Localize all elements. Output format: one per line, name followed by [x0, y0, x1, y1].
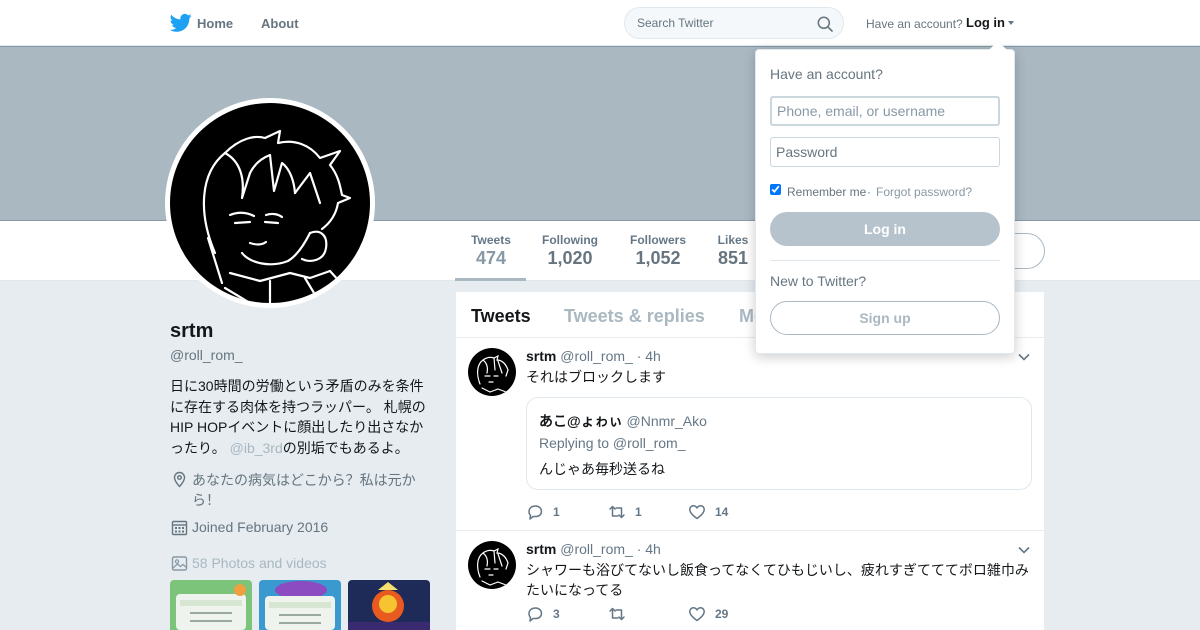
- signup-button[interactable]: Sign up: [770, 301, 1000, 335]
- username-input[interactable]: [770, 96, 1000, 126]
- quote-author-name: あこ@ょゎぃ: [539, 413, 623, 429]
- tweet-avatar-image: [468, 348, 516, 396]
- stat-value: 1,020: [547, 248, 593, 268]
- tweet-timestamp[interactable]: · 4h: [637, 348, 661, 364]
- tweet[interactable]: srtm @roll_rom_ · 4h シャワーも浴びてないし飯食ってなくてひ…: [456, 531, 1044, 630]
- reply-icon: [528, 505, 543, 520]
- search-box: [624, 7, 844, 39]
- login-heading: Have an account?: [770, 66, 883, 82]
- tweet-author-name[interactable]: srtm: [526, 348, 556, 364]
- stat-label: Following: [542, 233, 598, 247]
- tweet-avatar[interactable]: [468, 541, 516, 589]
- media-thumbnail-image: [348, 580, 430, 630]
- stat-label: Tweets: [471, 233, 511, 247]
- password-input[interactable]: [770, 137, 1000, 167]
- stat-value: 474: [475, 248, 507, 268]
- search-input[interactable]: [637, 14, 807, 32]
- retweet-icon: [609, 505, 625, 519]
- quoted-tweet[interactable]: あこ@ょゎぃ @Nnmr_Ako Replying to @roll_rom_ …: [526, 397, 1032, 490]
- media-thumbnail[interactable]: [170, 580, 252, 630]
- media-thumbnail[interactable]: [259, 580, 341, 630]
- profile-avatar[interactable]: [165, 98, 375, 308]
- joined-text: Joined February 2016: [192, 519, 329, 535]
- stat-likes[interactable]: Likes 851: [708, 233, 758, 269]
- stat-value: 1,052: [635, 248, 681, 268]
- retweet-count: 1: [635, 505, 642, 519]
- quote-author-handle: @Nnmr_Ako: [626, 413, 707, 429]
- dropdown-arrow: [989, 41, 1007, 50]
- tweet-text: シャワーも浴びてないし飯食ってなくてひもじいし、疲れすぎてててボロ雑巾みたいにな…: [526, 562, 1029, 598]
- heart-icon: [689, 505, 705, 520]
- like-count: 29: [715, 607, 729, 621]
- tweet-header: srtm @roll_rom_ · 4h: [526, 541, 661, 557]
- reply-count: 3: [553, 607, 560, 621]
- quote-replying-to: Replying to @roll_rom_: [539, 435, 686, 451]
- tweet[interactable]: srtm @roll_rom_ · 4h それはブロックします あこ@ょゎぃ @…: [456, 338, 1044, 531]
- chevron-down-icon[interactable]: [1018, 353, 1030, 361]
- login-dropdown-toggle[interactable]: Log in: [966, 15, 1005, 30]
- quote-text: んじゃあ毎秒送るね: [539, 461, 665, 477]
- forgot-password-link[interactable]: Forgot password?: [876, 185, 972, 199]
- profile-handle[interactable]: @roll_rom_: [170, 347, 243, 363]
- new-to-twitter-label: New to Twitter?: [770, 273, 867, 289]
- tweet-author-name[interactable]: srtm: [526, 541, 556, 557]
- nav-home-link[interactable]: Home: [197, 16, 233, 31]
- like-count: 14: [715, 505, 729, 519]
- twitter-bird-icon[interactable]: [170, 13, 192, 33]
- login-button[interactable]: Log in: [770, 212, 1000, 246]
- separator: ·: [867, 185, 871, 199]
- divider: [770, 260, 1000, 261]
- heart-icon: [689, 607, 705, 622]
- tab-tweets-and-replies[interactable]: Tweets & replies: [564, 306, 705, 327]
- search-icon[interactable]: [817, 16, 833, 32]
- retweet-icon: [609, 607, 625, 621]
- photos-text: 58 Photos and videos: [192, 555, 327, 571]
- stat-value: 851: [717, 248, 749, 268]
- tweet-header: srtm @roll_rom_ · 4h: [526, 348, 661, 364]
- tweet-text: それはブロックします: [526, 369, 666, 385]
- nav-about-link[interactable]: About: [261, 16, 299, 31]
- location-text: あなたの病気はどこから？私は元から！: [192, 472, 416, 508]
- stat-tweets[interactable]: Tweets 474: [456, 233, 526, 269]
- media-thumbnail[interactable]: [348, 580, 430, 630]
- tab-tweets[interactable]: Tweets: [471, 306, 531, 327]
- top-navigation: Home About Have an account? Log in: [0, 0, 1200, 46]
- media-thumbnail-image: [259, 580, 341, 630]
- stat-label: Followers: [629, 233, 686, 247]
- profile-name[interactable]: srtm: [170, 320, 213, 343]
- stat-followers[interactable]: Followers 1,052: [623, 233, 693, 269]
- avatar-illustration: [170, 103, 370, 303]
- bio-text-tail: の別垢でもあるよ。: [282, 439, 409, 456]
- reply-icon: [528, 607, 543, 622]
- tweet-author-handle[interactable]: @roll_rom_: [560, 348, 633, 364]
- calendar-icon: [171, 520, 188, 536]
- location-pin-icon: [173, 471, 186, 488]
- tweet-avatar[interactable]: [468, 348, 516, 396]
- active-tab-indicator: [455, 278, 526, 281]
- chevron-down-icon[interactable]: [1018, 546, 1030, 554]
- media-thumbnail-image: [170, 580, 252, 630]
- remember-me-label[interactable]: Remember me: [787, 185, 866, 199]
- profile-bio: 日に30時間の労働という矛盾のみを条件に存在する肉体を持つラッパー。 札幌のHI…: [170, 376, 432, 458]
- stat-label: Likes: [717, 233, 749, 247]
- tweet-timestamp[interactable]: · 4h: [637, 541, 661, 557]
- reply-count: 1: [553, 505, 560, 519]
- login-dropdown: Have an account? Remember me · Forgot pa…: [755, 49, 1015, 354]
- account-prompt: Have an account?: [866, 17, 963, 31]
- tweet-avatar-image: [468, 541, 516, 589]
- remember-me-checkbox[interactable]: [770, 184, 781, 195]
- quote-header: あこ@ょゎぃ @Nnmr_Ako: [539, 411, 707, 431]
- chevron-down-icon[interactable]: [1008, 21, 1014, 25]
- image-icon: [171, 556, 188, 571]
- profile-location: あなたの病気はどこから？私は元から！: [170, 470, 432, 512]
- tweet-author-handle[interactable]: @roll_rom_: [560, 541, 633, 557]
- bio-mention-link[interactable]: @ib_3rd: [230, 440, 283, 456]
- stat-following[interactable]: Following 1,020: [535, 233, 605, 269]
